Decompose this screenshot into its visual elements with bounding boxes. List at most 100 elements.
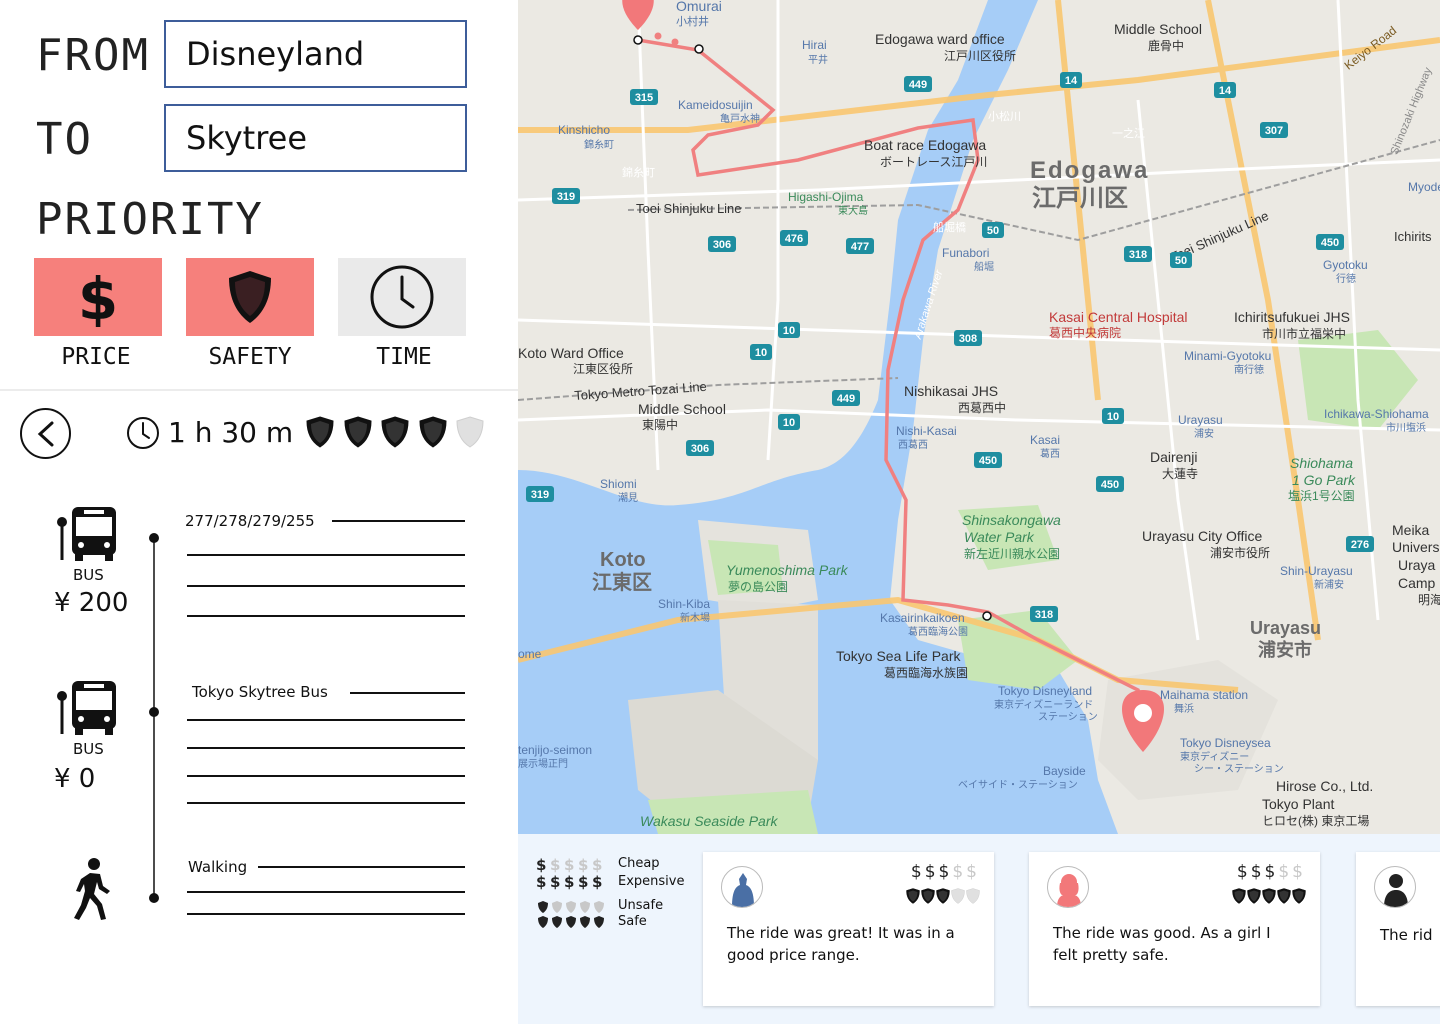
bus-icon (57, 507, 116, 561)
review-text: The ride was good. As a girl I felt pret… (1053, 924, 1271, 964)
svg-text:ome: ome (518, 647, 542, 661)
svg-text:Kinshicho: Kinshicho (558, 123, 610, 137)
price-priority-button[interactable]: $ (34, 258, 162, 336)
dollar-icon: $ (1236, 862, 1251, 882)
svg-text:50: 50 (987, 225, 999, 237)
dollar-icon: $ (1278, 862, 1293, 882)
shield-icon (343, 416, 372, 448)
svg-text:Urayasu: Urayasu (1250, 618, 1321, 638)
svg-text:$: $ (592, 873, 602, 890)
shield-icon (538, 916, 548, 928)
review-text: The ride was great! It was in a good pri… (727, 924, 955, 964)
svg-text:10: 10 (755, 347, 767, 359)
time-priority-button[interactable] (338, 258, 466, 336)
svg-text:Yumenoshima Park: Yumenoshima Park (726, 562, 849, 578)
svg-text:Tokyo Plant: Tokyo Plant (1262, 796, 1334, 812)
svg-text:浦安市役所: 浦安市役所 (1210, 545, 1270, 560)
shield-icon (566, 916, 576, 928)
chevron-left-icon (37, 421, 53, 446)
svg-text:450: 450 (979, 455, 997, 467)
clock-icon (370, 265, 434, 329)
back-button[interactable] (20, 408, 71, 459)
svg-text:tenjijo-seimon: tenjijo-seimon (518, 743, 592, 757)
svg-text:Shin-Kiba: Shin-Kiba (658, 597, 710, 611)
svg-text:錦糸町: 錦糸町 (584, 138, 614, 151)
review-card[interactable]: $$$$$ The ride was great! It was in a go… (703, 852, 994, 1006)
svg-text:行徳: 行徳 (1336, 272, 1356, 285)
to-label: TO (36, 114, 93, 165)
svg-text:小村井: 小村井 (676, 14, 709, 28)
dollar-icon: $ (952, 862, 967, 882)
svg-text:Edogawa: Edogawa (1030, 157, 1149, 184)
shield-icon (580, 916, 590, 928)
svg-text:$: $ (550, 856, 560, 874)
dollar-icon: $ (924, 862, 939, 882)
svg-text:新左近川親水公園: 新左近川親水公園 (964, 546, 1060, 561)
shield-icon (936, 888, 950, 904)
svg-text:江戸川区役所: 江戸川区役所 (944, 48, 1016, 63)
svg-text:Urayasu: Urayasu (1178, 413, 1223, 427)
from-label: FROM (36, 30, 150, 81)
svg-text:307: 307 (1265, 125, 1283, 137)
shield-icon (580, 901, 590, 913)
svg-text:Ichirits: Ichirits (1394, 229, 1432, 244)
svg-text:Maihama station: Maihama station (1160, 688, 1248, 702)
segment-1-mode: BUS (73, 566, 104, 584)
shield-icon (552, 901, 562, 913)
segment-2-price: ¥ 0 (54, 764, 96, 794)
svg-text:船堀橋: 船堀橋 (933, 220, 966, 234)
safety-priority-button[interactable] (186, 258, 314, 336)
to-input[interactable] (164, 104, 467, 172)
segment-3-line (187, 913, 465, 915)
svg-text:Toei Shinjuku Line: Toei Shinjuku Line (636, 201, 742, 216)
legend-cheap: Cheap (618, 856, 660, 871)
svg-text:Shinsakongawa: Shinsakongawa (962, 512, 1061, 528)
svg-text:Tokyo Disneyland: Tokyo Disneyland (998, 684, 1092, 698)
from-input[interactable] (164, 20, 467, 88)
svg-text:Funabori: Funabori (942, 246, 989, 260)
svg-text:450: 450 (1321, 237, 1339, 249)
shield-icon (1247, 888, 1261, 904)
review-card[interactable]: The rid (1356, 852, 1440, 1006)
svg-text:Tokyo Disneysea: Tokyo Disneysea (1180, 736, 1271, 750)
svg-text:Univers: Univers (1392, 539, 1439, 555)
legend-shield-scale-icon (538, 901, 604, 928)
svg-text:$: $ (578, 856, 588, 874)
review-price-level: $$$$$ (1237, 862, 1306, 882)
shield-icon (229, 271, 271, 323)
svg-text:東京ディズニーランド: 東京ディズニーランド (994, 698, 1093, 711)
route-map[interactable]: Omurai 小村井 Edogawa ward office 江戸川区役所 Midd… (518, 0, 1440, 834)
svg-text:Hirai: Hirai (802, 38, 827, 52)
svg-text:南行徳: 南行徳 (1234, 363, 1264, 376)
svg-text:50: 50 (1175, 255, 1187, 267)
map-canvas[interactable]: Omurai小村井 Edogawa ward office江戸川区役所 Midd… (518, 0, 1440, 834)
svg-text:一之江: 一之江 (1112, 126, 1145, 140)
svg-text:小松川: 小松川 (988, 109, 1021, 123)
review-card[interactable]: $$$$$ The ride was good. As a girl I fel… (1029, 852, 1320, 1006)
shield-icon (538, 901, 548, 913)
svg-text:ベイサイド・ステーション: ベイサイド・ステーション (958, 779, 1078, 791)
svg-text:Dairenji: Dairenji (1150, 449, 1197, 465)
segment-3-line (187, 891, 465, 893)
svg-text:Middle School: Middle School (638, 401, 726, 417)
svg-text:錦糸町: 錦糸町 (622, 165, 655, 179)
svg-text:平井: 平井 (808, 53, 828, 66)
segment-1-line (187, 585, 465, 587)
svg-text:Omurai: Omurai (676, 0, 722, 14)
svg-text:ヒロセ(株) 東京工場: ヒロセ(株) 東京工場 (1262, 813, 1369, 828)
svg-text:319: 319 (557, 191, 575, 203)
segment-1-line (332, 520, 465, 522)
legend-expensive: Expensive (618, 874, 685, 889)
svg-text:318: 318 (1129, 249, 1147, 261)
svg-text:舞浜: 舞浜 (1174, 703, 1194, 715)
reviews-strip: $ $ $ $ $ $ $ $ $ $ Cheap Expensive Unsafe Safe … (518, 834, 1440, 1024)
trip-duration: 1 h 30 m (168, 416, 294, 449)
svg-text:江東区役所: 江東区役所 (573, 361, 633, 376)
svg-text:葛西: 葛西 (1040, 447, 1060, 460)
svg-text:潮見: 潮見 (618, 491, 638, 504)
svg-text:Camp: Camp (1398, 575, 1436, 591)
segment-2-line (187, 747, 465, 749)
svg-text:ボートレース江戸川: ボートレース江戸川 (880, 155, 987, 169)
svg-text:亀戸水神: 亀戸水神 (720, 112, 760, 125)
legend-unsafe: Unsafe (618, 898, 664, 913)
